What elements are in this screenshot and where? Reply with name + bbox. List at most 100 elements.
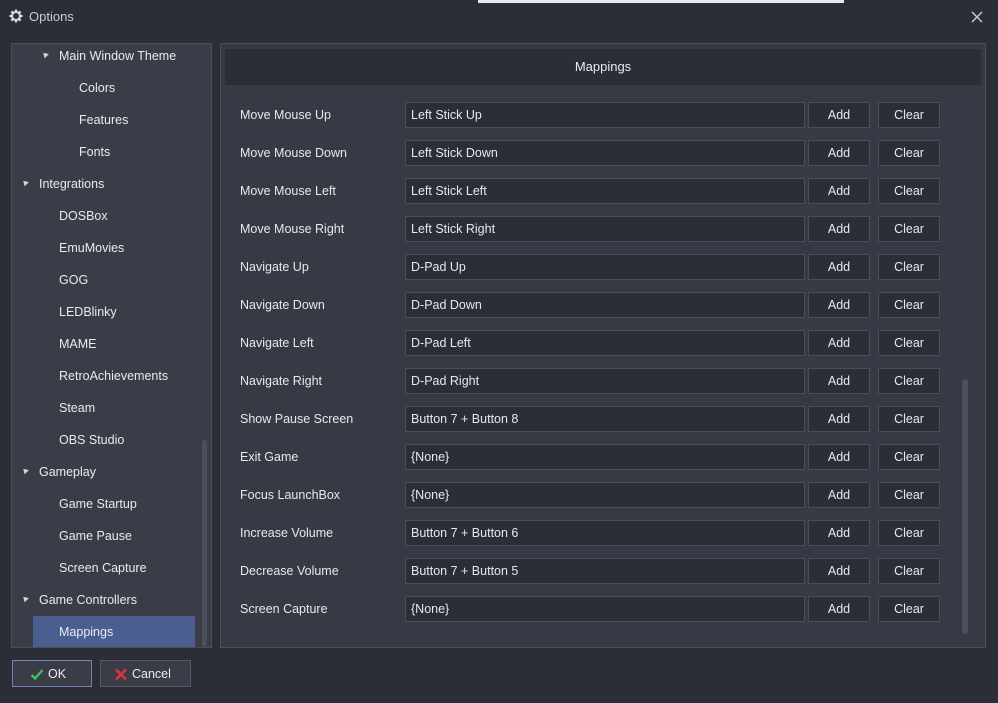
tree-item-retroachievements[interactable]: RetroAchievements xyxy=(12,360,202,392)
mapping-label: Show Pause Screen xyxy=(240,412,354,426)
clear-button[interactable]: Clear xyxy=(878,596,940,622)
tree-item-mappings[interactable]: Mappings xyxy=(33,616,195,647)
clear-button[interactable]: Clear xyxy=(878,102,940,128)
mapping-row-screen-capture: Screen Capture {None} Add Clear xyxy=(221,595,961,623)
mapping-row-decrease-volume: Decrease Volume Button 7 + Button 5 Add … xyxy=(221,557,961,585)
mapping-value-field[interactable]: Left Stick Up xyxy=(405,102,805,128)
add-button[interactable]: Add xyxy=(808,178,870,204)
mapping-row-navigate-down: Navigate Down D-Pad Down Add Clear xyxy=(221,291,961,319)
mapping-value-field[interactable]: Left Stick Right xyxy=(405,216,805,242)
gear-icon xyxy=(9,9,23,23)
mapping-row-move-mouse-right: Move Mouse Right Left Stick Right Add Cl… xyxy=(221,215,961,243)
tree-item-steam[interactable]: Steam xyxy=(12,392,202,424)
ok-button[interactable]: OK xyxy=(12,660,92,687)
add-button[interactable]: Add xyxy=(808,140,870,166)
clear-button[interactable]: Clear xyxy=(878,520,940,546)
tree-item-main-window-theme[interactable]: Main Window Theme xyxy=(12,44,202,72)
mapping-label: Screen Capture xyxy=(240,602,328,616)
options-tree[interactable]: Main Window Theme Colors Features Fonts … xyxy=(11,43,212,648)
expand-arrow-icon[interactable] xyxy=(21,178,29,187)
tree-scrollbar[interactable] xyxy=(202,440,207,647)
mapping-label: Move Mouse Up xyxy=(240,108,332,122)
mappings-panel: Mappings Move Mouse Up Left Stick Up Add… xyxy=(220,43,986,648)
mapping-row-navigate-left: Navigate Left D-Pad Left Add Clear xyxy=(221,329,961,357)
mapping-label: Focus LaunchBox xyxy=(240,488,341,502)
add-button[interactable]: Add xyxy=(808,102,870,128)
mapping-value-field[interactable]: D-Pad Right xyxy=(405,368,805,394)
mapping-value-field[interactable]: D-Pad Up xyxy=(405,254,805,280)
mapping-row-move-mouse-down: Move Mouse Down Left Stick Down Add Clea… xyxy=(221,139,961,167)
mapping-value-field[interactable]: D-Pad Down xyxy=(405,292,805,318)
add-button[interactable]: Add xyxy=(808,406,870,432)
mapping-label: Move Mouse Left xyxy=(240,184,336,198)
mapping-row-move-mouse-up: Move Mouse Up Left Stick Up Add Clear xyxy=(221,101,961,129)
mapping-row-show-pause-screen: Show Pause Screen Button 7 + Button 8 Ad… xyxy=(221,405,961,433)
expand-arrow-icon[interactable] xyxy=(21,594,29,603)
clear-button[interactable]: Clear xyxy=(878,254,940,280)
add-button[interactable]: Add xyxy=(808,330,870,356)
tree-item-game-startup[interactable]: Game Startup xyxy=(12,488,202,520)
tree-item-fonts[interactable]: Fonts xyxy=(12,136,202,168)
mapping-value-field[interactable]: {None} xyxy=(405,482,805,508)
tree-item-mame[interactable]: MAME xyxy=(12,328,202,360)
tree-item-gameplay[interactable]: Gameplay xyxy=(12,456,202,488)
tree-item-emumovies[interactable]: EmuMovies xyxy=(12,232,202,264)
clear-button[interactable]: Clear xyxy=(878,558,940,584)
mapping-row-move-mouse-left: Move Mouse Left Left Stick Left Add Clea… xyxy=(221,177,961,205)
add-button[interactable]: Add xyxy=(808,596,870,622)
tree-item-dosbox[interactable]: DOSBox xyxy=(12,200,202,232)
clear-button[interactable]: Clear xyxy=(878,292,940,318)
clear-button[interactable]: Clear xyxy=(878,178,940,204)
tree-item-game-controllers[interactable]: Game Controllers xyxy=(12,584,202,616)
tree-item-colors[interactable]: Colors xyxy=(12,72,202,104)
background-window-strip xyxy=(478,0,844,3)
tree-item-gog[interactable]: GOG xyxy=(12,264,202,296)
clear-button[interactable]: Clear xyxy=(878,140,940,166)
mapping-row-focus-launchbox: Focus LaunchBox {None} Add Clear xyxy=(221,481,961,509)
clear-button[interactable]: Clear xyxy=(878,216,940,242)
tree-item-screen-capture[interactable]: Screen Capture xyxy=(12,552,202,584)
mapping-value-field[interactable]: Left Stick Left xyxy=(405,178,805,204)
add-button[interactable]: Add xyxy=(808,520,870,546)
mapping-value-field[interactable]: {None} xyxy=(405,596,805,622)
close-icon[interactable] xyxy=(966,6,988,28)
expand-arrow-icon[interactable] xyxy=(41,50,49,59)
mapping-value-field[interactable]: Button 7 + Button 6 xyxy=(405,520,805,546)
mapping-label: Exit Game xyxy=(240,450,299,464)
mapping-value-field[interactable]: D-Pad Left xyxy=(405,330,805,356)
mapping-value-field[interactable]: {None} xyxy=(405,444,805,470)
mapping-label: Move Mouse Right xyxy=(240,222,345,236)
mappings-scrollbar[interactable] xyxy=(962,379,968,634)
add-button[interactable]: Add xyxy=(808,292,870,318)
x-icon xyxy=(115,668,127,681)
cancel-label: Cancel xyxy=(132,667,171,681)
add-button[interactable]: Add xyxy=(808,216,870,242)
clear-button[interactable]: Clear xyxy=(878,406,940,432)
add-button[interactable]: Add xyxy=(808,444,870,470)
tree-item-game-pause[interactable]: Game Pause xyxy=(12,520,202,552)
ok-label: OK xyxy=(48,667,67,681)
mapping-label: Navigate Left xyxy=(240,336,314,350)
add-button[interactable]: Add xyxy=(808,368,870,394)
mapping-value-field[interactable]: Left Stick Down xyxy=(405,140,805,166)
clear-button[interactable]: Clear xyxy=(878,444,940,470)
mapping-row-increase-volume: Increase Volume Button 7 + Button 6 Add … xyxy=(221,519,961,547)
tree-item-obs-studio[interactable]: OBS Studio xyxy=(12,424,202,456)
tree-item-features[interactable]: Features xyxy=(12,104,202,136)
tree-item-ledblinky[interactable]: LEDBlinky xyxy=(12,296,202,328)
mapping-row-navigate-right: Navigate Right D-Pad Right Add Clear xyxy=(221,367,961,395)
panel-header: Mappings xyxy=(225,49,981,85)
clear-button[interactable]: Clear xyxy=(878,482,940,508)
add-button[interactable]: Add xyxy=(808,254,870,280)
add-button[interactable]: Add xyxy=(808,482,870,508)
clear-button[interactable]: Clear xyxy=(878,368,940,394)
clear-button[interactable]: Clear xyxy=(878,330,940,356)
cancel-button[interactable]: Cancel xyxy=(100,660,191,687)
mappings-list: Move Mouse Up Left Stick Up Add Clear Mo… xyxy=(221,101,961,641)
check-icon xyxy=(30,669,44,681)
expand-arrow-icon[interactable] xyxy=(21,466,29,475)
mapping-value-field[interactable]: Button 7 + Button 5 xyxy=(405,558,805,584)
tree-item-integrations[interactable]: Integrations xyxy=(12,168,202,200)
mapping-value-field[interactable]: Button 7 + Button 8 xyxy=(405,406,805,432)
add-button[interactable]: Add xyxy=(808,558,870,584)
